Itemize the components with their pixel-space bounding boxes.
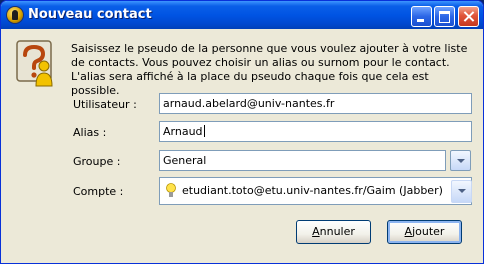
close-button[interactable] bbox=[458, 6, 479, 27]
group-combo-value: General bbox=[163, 154, 207, 167]
instruction-text: Saisissez le pseudo de la personne que v… bbox=[71, 42, 468, 97]
account-combo-value: etudiant.toto@etu.univ-nantes.fr/Gaim (J… bbox=[182, 184, 443, 197]
lightbulb-icon bbox=[166, 183, 176, 197]
account-dropdown-button[interactable] bbox=[451, 180, 472, 203]
add-button[interactable]: Ajouter bbox=[387, 220, 462, 244]
add-contact-dialog: Nouveau contact Saisissez le pseudo de l… bbox=[0, 0, 484, 264]
group-dropdown-button[interactable] bbox=[450, 150, 471, 171]
user-input-value: arnaud.abelard@univ-nantes.fr bbox=[163, 97, 335, 110]
user-label: Utilisateur : bbox=[73, 98, 137, 111]
alias-input[interactable]: Arnaud bbox=[159, 121, 472, 142]
maximize-button[interactable] bbox=[434, 6, 455, 27]
minimize-button[interactable] bbox=[411, 6, 432, 27]
gaim-app-icon bbox=[7, 7, 23, 23]
question-person-icon bbox=[16, 40, 53, 87]
group-label: Groupe : bbox=[73, 155, 121, 168]
alias-input-value: Arnaud bbox=[163, 125, 203, 138]
cancel-button[interactable]: Annuler bbox=[296, 220, 371, 244]
text-caret bbox=[203, 125, 205, 137]
group-combo-input[interactable]: General bbox=[159, 150, 446, 171]
title-bar[interactable]: Nouveau contact bbox=[1, 1, 483, 29]
account-combo[interactable]: etudiant.toto@etu.univ-nantes.fr/Gaim (J… bbox=[159, 177, 472, 205]
alias-label: Alias : bbox=[73, 126, 107, 139]
user-input[interactable]: arnaud.abelard@univ-nantes.fr bbox=[159, 93, 472, 114]
window-title: Nouveau contact bbox=[28, 7, 152, 22]
account-label: Compte : bbox=[73, 185, 124, 198]
